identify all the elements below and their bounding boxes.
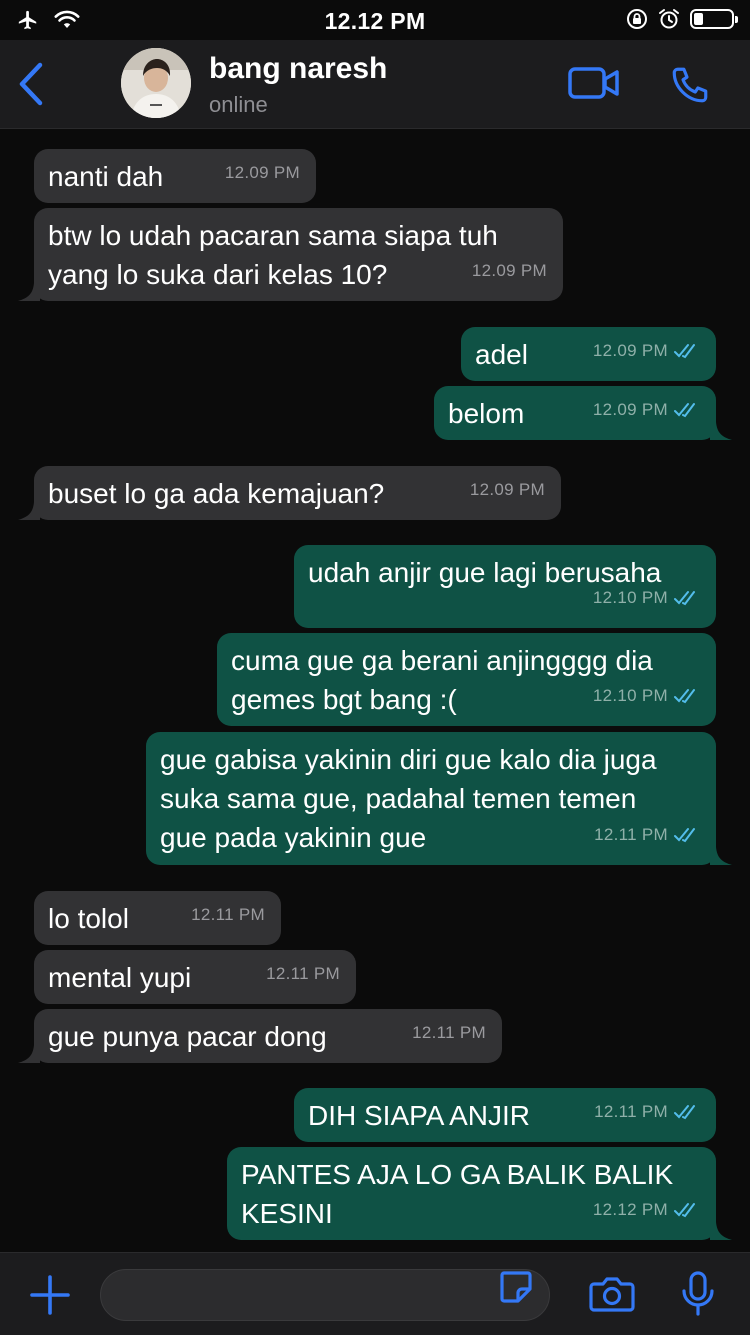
chevron-left-icon [19, 62, 43, 106]
message-meta: 12.09 PM [470, 470, 545, 509]
message-meta: 12.09 PM [593, 390, 700, 429]
message-incoming[interactable]: mental yupi 12.11 PM [34, 950, 356, 1004]
microphone-icon [682, 1271, 714, 1316]
contact-status: online [209, 92, 268, 117]
message-meta: 12.11 PM [191, 895, 265, 934]
message-outgoing[interactable]: gue gabisa yakinin diri gue kalo dia jug… [146, 732, 732, 865]
message-incoming[interactable]: lo tolol 12.11 PM [34, 891, 281, 945]
message-incoming[interactable]: gue punya pacar dong 12.11 PM [18, 1009, 502, 1063]
read-receipt-icon [674, 590, 695, 605]
message-text: cuma gue ga berani anjingggg dia gemes b… [231, 645, 653, 715]
microphone-button[interactable] [680, 1271, 716, 1322]
message-meta: 12.12 PM [593, 1190, 700, 1229]
orientation-lock-icon [627, 9, 647, 29]
bubble-tail [18, 283, 40, 301]
message-time: 12.09 PM [592, 341, 668, 360]
message-incoming[interactable]: nanti dah 12.09 PM [34, 149, 316, 203]
message-text: belom [448, 398, 525, 429]
bubble-tail [710, 422, 732, 440]
message-outgoing[interactable]: adel 12.09 PM [461, 327, 716, 381]
read-receipt-icon [674, 827, 695, 842]
message-text: adel [475, 339, 528, 370]
bubble-tail [18, 502, 40, 520]
message-text: btw lo udah pacaran sama siapa tuh yang … [48, 220, 498, 290]
message-incoming[interactable]: buset lo ga ada kemajuan? 12.09 PM [18, 466, 561, 520]
message-meta: 12.11 PM [594, 1092, 700, 1131]
message-time: 12.09 PM [592, 400, 668, 419]
message-meta: 12.09 PM [472, 251, 547, 290]
voice-call-button[interactable] [668, 64, 712, 111]
attach-button[interactable] [28, 1273, 72, 1322]
message-outgoing[interactable]: cuma gue ga berani anjingggg dia gemes b… [217, 633, 716, 726]
message-text: gue gabisa yakinin diri gue kalo dia jug… [160, 744, 657, 853]
message-meta: 12.11 PM [266, 954, 340, 993]
read-receipt-icon [674, 402, 695, 417]
bubble-tail [18, 1045, 40, 1063]
message-time: 12.11 PM [191, 905, 265, 924]
message-time: 12.11 PM [412, 1023, 486, 1042]
message-meta: 12.10 PM [593, 676, 700, 715]
message-time: 12.09 PM [224, 163, 300, 182]
back-button[interactable] [16, 62, 46, 111]
message-input-field[interactable] [100, 1269, 550, 1321]
message-input-bar [0, 1252, 750, 1335]
phone-icon [672, 67, 708, 103]
message-list[interactable]: nanti dah 12.09 PM btw lo udah pacaran s… [0, 129, 750, 1252]
battery-level [694, 13, 703, 25]
read-receipt-icon [674, 1202, 695, 1217]
message-input[interactable] [117, 1278, 481, 1314]
message-meta: 12.10 PM [593, 578, 700, 617]
message-time: 12.10 PM [592, 686, 668, 705]
message-text: mental yupi [48, 962, 192, 993]
contact-name[interactable]: bang naresh [209, 52, 387, 86]
message-text: nanti dah [48, 161, 164, 192]
sticker-button[interactable] [496, 1267, 536, 1312]
message-time: 12.11 PM [594, 825, 668, 844]
read-receipt-icon [674, 343, 695, 358]
avatar-photo [121, 48, 191, 118]
message-time: 12.12 PM [592, 1200, 668, 1219]
message-meta: 12.11 PM [594, 815, 700, 854]
alarm-icon [659, 9, 679, 29]
status-bar: 12.12 PM [0, 0, 750, 40]
read-receipt-icon [674, 688, 695, 703]
plus-icon [30, 1275, 70, 1315]
message-outgoing[interactable]: belom 12.09 PM [434, 386, 732, 440]
message-text: DIH SIAPA ANJIR [308, 1100, 530, 1131]
message-time: 12.09 PM [469, 480, 545, 499]
camera-icon [589, 1277, 635, 1312]
message-time: 12.11 PM [594, 1102, 668, 1121]
battery-icon [690, 9, 738, 29]
avatar[interactable] [121, 48, 191, 118]
read-receipt-icon [674, 1104, 695, 1119]
message-meta: 12.09 PM [225, 153, 300, 192]
message-outgoing[interactable]: udah anjir gue lagi berusaha 12.10 PM [294, 545, 716, 628]
message-time: 12.11 PM [266, 964, 340, 983]
message-text: buset lo ga ada kemajuan? [48, 478, 385, 509]
message-meta: 12.11 PM [412, 1013, 486, 1052]
status-right [626, 8, 738, 30]
bubble-tail [710, 847, 732, 865]
message-outgoing[interactable]: DIH SIAPA ANJIR 12.11 PM [294, 1088, 716, 1142]
sticker-icon [500, 1271, 532, 1303]
bubble-tail [710, 1222, 732, 1240]
video-call-button[interactable] [568, 66, 620, 105]
message-time: 12.09 PM [471, 261, 547, 280]
message-text: gue punya pacar dong [48, 1021, 327, 1052]
message-outgoing[interactable]: PANTES AJA LO GA BALIK BALIK KESINI 12.1… [227, 1147, 732, 1240]
camera-button[interactable] [589, 1275, 635, 1318]
message-text: lo tolol [48, 903, 129, 934]
message-meta: 12.09 PM [593, 331, 700, 370]
message-incoming[interactable]: btw lo udah pacaran sama siapa tuh yang … [18, 208, 563, 301]
message-time: 12.10 PM [592, 588, 668, 607]
chat-header: bang naresh online [0, 40, 750, 129]
video-camera-icon [568, 67, 619, 99]
